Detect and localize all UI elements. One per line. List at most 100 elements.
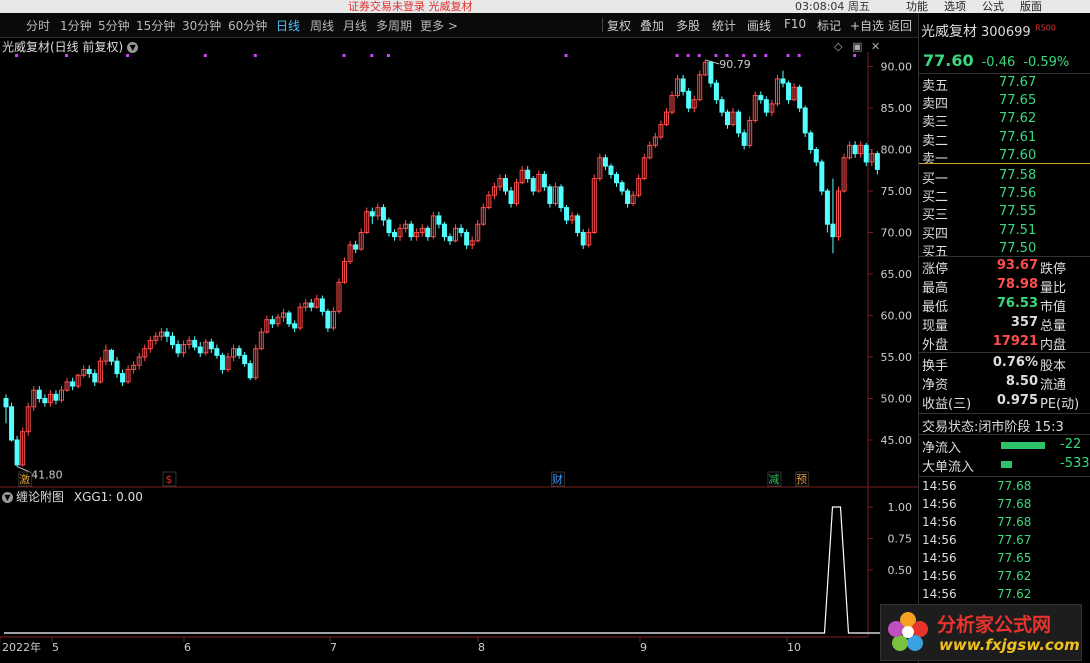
signal-dot [764, 54, 768, 57]
stat-label: 量比 [1040, 281, 1067, 296]
ask-row[interactable]: 卖四 77.65 [919, 93, 1090, 112]
bid-row[interactable]: 买三 77.55 [919, 204, 1090, 223]
signal-dot [126, 54, 130, 57]
stat-label: 收益(三) [922, 397, 972, 412]
event-marker: 减 [768, 473, 779, 486]
stat-label: 外盘 [922, 338, 949, 353]
candle [852, 144, 858, 155]
divider [919, 352, 1090, 353]
candle [602, 157, 608, 167]
stat-value: 76.53 [996, 296, 1038, 311]
signal-dot [342, 54, 346, 57]
ask-row[interactable]: 卖二 77.61 [919, 130, 1090, 149]
stat-label: 净资 [922, 378, 949, 393]
signal-dot [786, 54, 790, 57]
signal-dot [853, 54, 857, 57]
candle [863, 144, 869, 163]
candle [819, 161, 825, 192]
max-price-label: 90.79 [719, 58, 751, 71]
flower-icon [888, 612, 928, 651]
x-tick-label: 10 [787, 641, 801, 654]
stat-label: 最高 [922, 281, 949, 296]
divider [919, 256, 1090, 257]
chevron-down-icon[interactable]: ▼ [2, 492, 13, 503]
y-tick-label: 70.00 [881, 227, 913, 240]
order-price: 77.65 [999, 93, 1037, 109]
stat-row: 最高 78.98 量比 [919, 277, 1090, 296]
y-tick-label: 45.00 [881, 434, 913, 447]
candle [541, 173, 547, 188]
menu-options[interactable]: 选项 [944, 0, 966, 14]
bid-row[interactable]: 买二 77.56 [919, 186, 1090, 205]
candle [830, 223, 836, 238]
indicator-tick-label: 0.75 [888, 533, 913, 546]
signal-dot [725, 54, 729, 57]
menu-formula[interactable]: 公式 [982, 0, 1004, 14]
candle [197, 346, 203, 354]
tick-price: 77.68 [997, 497, 1032, 511]
tick-row: 14:56 77.67 [919, 533, 1090, 551]
y-tick-label: 75.00 [881, 185, 913, 198]
candle [164, 331, 170, 337]
stat-label: 总量 [1040, 319, 1067, 334]
signal-dot [386, 54, 390, 57]
tick-price: 77.68 [997, 479, 1032, 493]
candle [120, 373, 126, 383]
event-marker: 预 [796, 473, 807, 486]
y-tick-label: 85.00 [881, 102, 913, 115]
candle [53, 393, 59, 401]
bid-row[interactable]: 买四 77.51 [919, 222, 1090, 242]
stat-row: 涨停 93.67 跌停 [919, 258, 1090, 277]
y-tick-label: 50.00 [881, 393, 913, 406]
signal-dot [742, 54, 746, 57]
candle [86, 368, 92, 375]
candle [725, 111, 730, 126]
y-tick-label: 80.00 [881, 144, 913, 157]
flow-label: 大单流入 [922, 460, 975, 475]
candle [219, 354, 225, 370]
candle [619, 182, 625, 192]
r-flag-badge: R500 [1035, 23, 1056, 33]
candle [42, 398, 48, 404]
y-tick-label: 90.00 [881, 61, 913, 74]
tick-row: 14:56 77.68 [919, 479, 1090, 497]
order-price: 77.55 [999, 204, 1037, 220]
ask-row[interactable]: 卖三 77.62 [919, 111, 1090, 130]
divider [919, 413, 1090, 414]
order-price: 77.60 [999, 147, 1037, 163]
candle [713, 82, 719, 101]
candle [9, 406, 15, 441]
order-price: 77.51 [999, 222, 1037, 238]
candle [458, 227, 464, 234]
bid-row[interactable]: 买一 77.58 [919, 168, 1090, 187]
ask-row[interactable]: 卖五 77.67 [919, 75, 1090, 94]
candle [824, 190, 830, 225]
candle [503, 178, 508, 192]
candle [464, 232, 470, 246]
candle [813, 149, 819, 163]
candle [808, 132, 814, 150]
order-level-label: 买四 [922, 226, 949, 242]
candle [797, 86, 803, 109]
min-price-label: 41.80 [31, 469, 62, 482]
candle [14, 439, 20, 466]
x-tick-label: 7 [330, 641, 337, 654]
candle [736, 111, 742, 134]
candle [292, 323, 298, 329]
watermark-logo: 分析家公式网 www.fxjgsw.com [880, 604, 1082, 661]
menu-layout[interactable]: 版面 [1020, 0, 1042, 14]
indicator-title[interactable]: ▼ 缠论附图 XGG1: 0.00 [2, 488, 143, 505]
order-price: 77.50 [999, 240, 1037, 256]
divider [919, 434, 1090, 435]
candle [236, 348, 242, 356]
signal-dot [203, 54, 207, 57]
tick-price: 77.62 [997, 569, 1032, 583]
order-price: 77.56 [999, 186, 1037, 202]
candle [547, 186, 553, 204]
candle [525, 169, 531, 180]
last-price: 77.60 -0.46 -0.59% [923, 51, 1070, 70]
candlestick-chart[interactable]: 90.00 85.00 80.00 75.00 70.00 65.00 60.00 55.00… [0, 0, 918, 663]
candle [175, 344, 181, 354]
candle [325, 310, 331, 329]
tick-time: 14:56 [922, 479, 957, 493]
